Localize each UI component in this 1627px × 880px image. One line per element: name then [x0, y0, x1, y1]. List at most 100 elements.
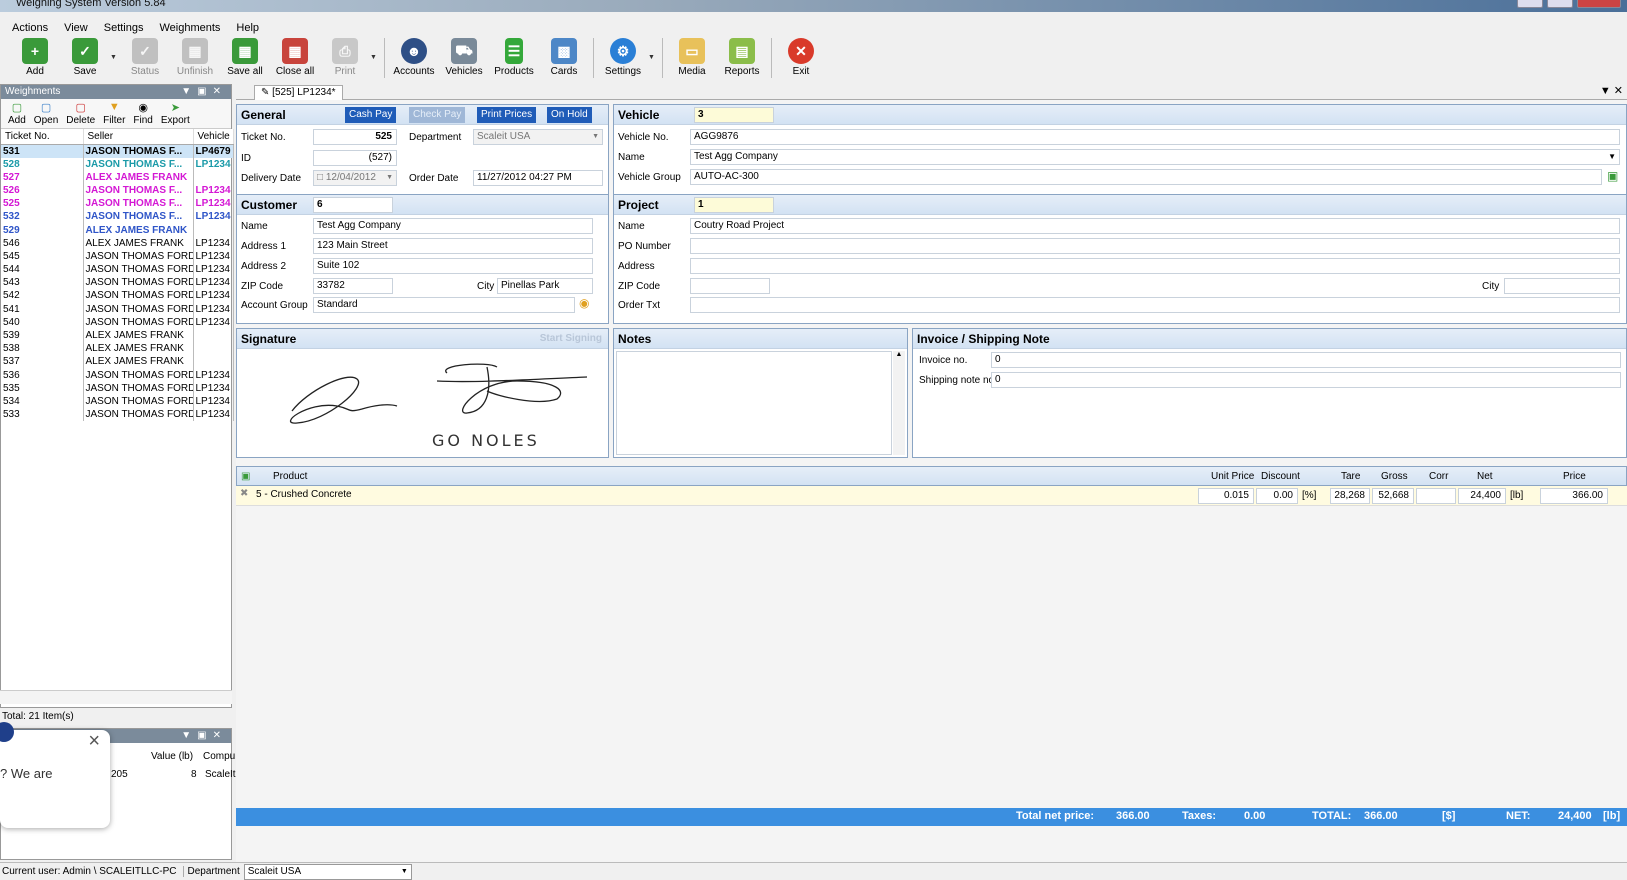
- shipping-note-field[interactable]: 0: [991, 372, 1621, 388]
- table-row[interactable]: 535 JASON THOMAS FORD LP1234: [1, 381, 234, 395]
- table-row[interactable]: 537 ALEX JAMES FRANK: [1, 355, 234, 369]
- close-toast-icon[interactable]: ×: [88, 730, 100, 753]
- col-ticket-no[interactable]: Ticket No.: [1, 129, 84, 145]
- col-vehicle[interactable]: Vehicle: [193, 129, 234, 145]
- tab-ticket[interactable]: ✎ [525] LP1234*: [254, 85, 343, 100]
- weighment-filter-button[interactable]: ▼ Filter: [100, 99, 128, 128]
- address2-field[interactable]: Suite 102: [313, 258, 593, 274]
- customer-code-field[interactable]: 6: [313, 197, 393, 213]
- status-department-select[interactable]: Scaleit USA ▼: [243, 863, 412, 880]
- discount-field[interactable]: 0.00: [1256, 488, 1298, 504]
- account-lookup-icon[interactable]: ◉: [579, 296, 589, 310]
- project-code-field[interactable]: 1: [694, 197, 774, 213]
- menu-actions[interactable]: Actions: [6, 22, 54, 34]
- table-row[interactable]: 544 JASON THOMAS FORD LP1234: [1, 263, 234, 277]
- customer-zip-field[interactable]: 33782: [313, 278, 393, 294]
- address1-field[interactable]: 123 Main Street: [313, 238, 593, 254]
- customer-city-field[interactable]: Pinellas Park: [497, 278, 593, 294]
- price-field[interactable]: 366.00: [1540, 488, 1608, 504]
- vehicle-name-select[interactable]: Test Agg Company ▼: [690, 149, 1620, 165]
- media-button[interactable]: ▭ Media: [667, 38, 717, 82]
- weighment-add-button[interactable]: ▢ Add: [5, 99, 29, 128]
- menu-view[interactable]: View: [58, 22, 94, 34]
- accounts-button[interactable]: ☻ Accounts: [389, 38, 439, 82]
- corr-field[interactable]: [1416, 488, 1456, 504]
- menu-help[interactable]: Help: [230, 22, 265, 34]
- project-address-field[interactable]: [690, 258, 1620, 274]
- minimize-icon[interactable]: [1517, 0, 1543, 8]
- table-row[interactable]: 541 JASON THOMAS FORD LP1234: [1, 302, 234, 316]
- tare-field[interactable]: 28,268: [1330, 488, 1370, 504]
- net-field[interactable]: 24,400: [1458, 488, 1506, 504]
- on-hold-button[interactable]: On Hold: [547, 107, 592, 123]
- order-txt-field[interactable]: [690, 297, 1620, 313]
- account-group-field[interactable]: Standard: [313, 297, 575, 313]
- cards-button[interactable]: ▩ Cards: [539, 38, 589, 82]
- close-all-button[interactable]: ▦ Close all: [270, 38, 320, 82]
- weighment-find-button[interactable]: ◉ Find: [130, 99, 155, 128]
- table-row[interactable]: 542 JASON THOMAS FORD LP1234: [1, 289, 234, 303]
- table-row[interactable]: 528 JASON THOMAS F... LP1234: [1, 157, 234, 171]
- menu-weighments[interactable]: Weighments: [153, 22, 226, 34]
- delivery-date-picker[interactable]: □ 12/04/2012 ▼: [313, 170, 397, 186]
- panel-controls[interactable]: ▼▣✕: [181, 85, 227, 99]
- weighment-open-button[interactable]: ▢ Open: [31, 99, 61, 128]
- weighments-horizontal-scrollbar[interactable]: [0, 690, 232, 704]
- print-prices-button[interactable]: Print Prices: [477, 107, 537, 123]
- department-select[interactable]: Scaleit USA ▼: [473, 129, 603, 145]
- unit-price-field[interactable]: 0.015: [1198, 488, 1254, 504]
- maximize-icon[interactable]: [1547, 0, 1573, 8]
- table-row[interactable]: 529 ALEX JAMES FRANK: [1, 223, 234, 237]
- chat-toast[interactable]: × ? We are: [0, 722, 110, 828]
- vehicle-group-lookup-icon[interactable]: ▣: [1607, 169, 1618, 183]
- project-city-field[interactable]: [1504, 278, 1620, 294]
- unfinish-button[interactable]: ▦ Unfinish: [170, 38, 220, 82]
- order-date-field[interactable]: 11/27/2012 04:27 PM: [473, 170, 603, 186]
- exit-button[interactable]: ✕ Exit: [776, 38, 826, 82]
- table-row[interactable]: 540 JASON THOMAS FORD LP1234: [1, 315, 234, 329]
- table-row[interactable]: 536 JASON THOMAS FORD LP1234: [1, 368, 234, 382]
- table-row[interactable]: 545 JASON THOMAS FORD LP1234: [1, 249, 234, 263]
- add-button[interactable]: + Add: [10, 38, 60, 82]
- vehicle-no-field[interactable]: AGG9876: [690, 129, 1620, 145]
- settings-dropdown-icon[interactable]: ▼: [648, 38, 658, 61]
- project-zip-field[interactable]: [690, 278, 770, 294]
- table-row[interactable]: 539 ALEX JAMES FRANK: [1, 328, 234, 343]
- check-pay-button[interactable]: Check Pay: [409, 107, 466, 123]
- vehicles-button[interactable]: ⛟ Vehicles: [439, 38, 489, 82]
- save-button[interactable]: ✓ Save: [60, 38, 110, 82]
- weighment-export-button[interactable]: ➤ Export: [158, 99, 193, 128]
- gross-field[interactable]: 52,668: [1372, 488, 1414, 504]
- table-row[interactable]: 531 JASON THOMAS F... LP4679: [1, 144, 234, 158]
- close-window-icon[interactable]: [1577, 0, 1621, 8]
- panel-controls[interactable]: ▼▣✕: [181, 729, 227, 743]
- project-name-field[interactable]: Coutry Road Project: [690, 218, 1620, 234]
- table-row[interactable]: 538 ALEX JAMES FRANK: [1, 342, 234, 356]
- notes-textarea[interactable]: [616, 351, 892, 455]
- save-dropdown-icon[interactable]: ▼: [110, 38, 120, 61]
- invoice-no-field[interactable]: 0: [991, 352, 1621, 368]
- checkbox-icon[interactable]: □: [317, 172, 326, 183]
- products-button[interactable]: ☰ Products: [489, 38, 539, 82]
- table-row[interactable]: 525 JASON THOMAS F... LP1234: [1, 197, 234, 211]
- menu-settings[interactable]: Settings: [98, 22, 150, 34]
- ticket-no-field[interactable]: 525: [313, 129, 397, 145]
- vehicle-code-field[interactable]: 3: [694, 107, 774, 123]
- settings-button[interactable]: ⚙ Settings: [598, 38, 648, 82]
- print-button[interactable]: ⎙ Print: [320, 38, 370, 82]
- customer-name-field[interactable]: Test Agg Company: [313, 218, 593, 234]
- add-product-icon[interactable]: ▣: [241, 471, 250, 482]
- tab-controls[interactable]: ▼ ✕: [1600, 84, 1623, 97]
- table-row[interactable]: 546 ALEX JAMES FRANK LP1234: [1, 236, 234, 250]
- id-field[interactable]: (527): [313, 150, 397, 166]
- table-row[interactable]: 543 JASON THOMAS FORD LP1234: [1, 276, 234, 290]
- print-dropdown-icon[interactable]: ▼: [370, 38, 380, 61]
- weighment-delete-button[interactable]: ▢ Delete: [63, 99, 98, 128]
- product-name[interactable]: 5 - Crushed Concrete: [256, 489, 352, 500]
- notes-scrollbar[interactable]: ▲: [893, 351, 905, 455]
- vehicle-group-field[interactable]: AUTO-AC-300: [690, 169, 1602, 185]
- cash-pay-button[interactable]: Cash Pay: [345, 107, 397, 123]
- table-row[interactable]: 526 JASON THOMAS F... LP1234: [1, 183, 234, 198]
- table-row[interactable]: 534 JASON THOMAS FORD LP1234: [1, 394, 234, 409]
- status-button[interactable]: ✓ Status: [120, 38, 170, 82]
